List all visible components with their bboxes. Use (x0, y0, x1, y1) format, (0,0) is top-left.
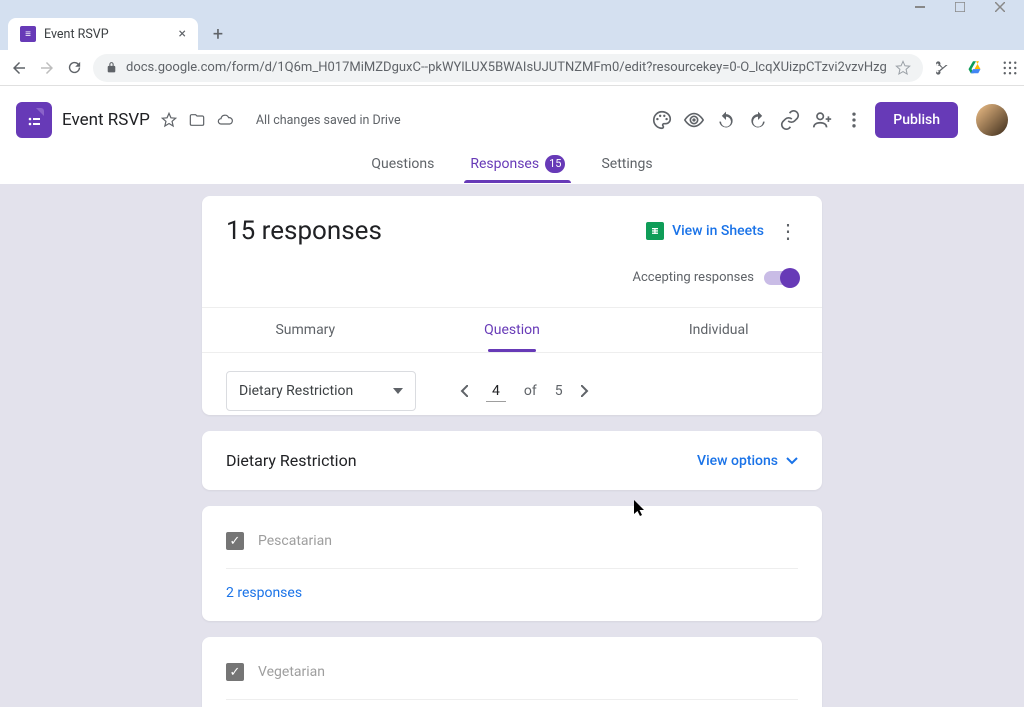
cloud-status-icon[interactable] (216, 111, 234, 129)
question-pager: 4 of 5 (460, 381, 589, 402)
responses-overview-card: 15 responses View in Sheets ⋮ Accepting … (202, 196, 822, 415)
option-card: ✓ Pescatarian 2 responses (202, 506, 822, 621)
page-body: 15 responses View in Sheets ⋮ Accepting … (0, 184, 1024, 707)
drive-icon[interactable] (967, 59, 985, 77)
view-in-sheets-label: View in Sheets (672, 223, 764, 239)
tab-questions[interactable]: Questions (371, 144, 434, 183)
current-question-number[interactable]: 4 (486, 381, 506, 402)
theme-palette-icon[interactable] (651, 109, 673, 131)
subtab-individual[interactable]: Individual (615, 308, 822, 352)
accepting-responses-label: Accepting responses (633, 270, 755, 285)
subtab-question[interactable]: Question (409, 308, 616, 352)
document-title[interactable]: Event RSVP (62, 110, 150, 130)
subtab-question-label: Question (484, 322, 540, 338)
saved-status-text: All changes saved in Drive (256, 113, 401, 128)
responses-more-icon[interactable]: ⋮ (778, 219, 798, 243)
window-close-icon[interactable] (994, 1, 1006, 13)
of-label: of (524, 383, 537, 399)
url-text: docs.google.com/form/d/1Q6m_H017MiMZDgux… (126, 60, 887, 75)
question-nav-row: Dietary Restriction 4 of 5 (202, 352, 822, 415)
bookmark-star-icon[interactable] (895, 60, 911, 76)
subtab-summary-label: Summary (275, 322, 335, 338)
responses-sub-tabs: Summary Question Individual (202, 307, 822, 352)
sheets-icon (646, 222, 664, 240)
checkbox-checked-icon: ✓ (226, 663, 244, 681)
view-in-sheets-link[interactable]: View in Sheets (646, 222, 764, 240)
subtab-summary[interactable]: Summary (202, 308, 409, 352)
account-avatar[interactable] (976, 104, 1008, 136)
chevron-down-icon (393, 388, 403, 394)
prev-question-button[interactable] (460, 385, 468, 397)
option-label: Pescatarian (258, 533, 332, 549)
preview-eye-icon[interactable] (683, 109, 705, 131)
back-button[interactable] (10, 57, 28, 79)
add-collaborator-icon[interactable] (811, 109, 833, 131)
dots-grid-icon[interactable] (1001, 59, 1019, 77)
address-bar-row: docs.google.com/form/d/1Q6m_H017MiMZDgux… (0, 50, 1024, 86)
subtab-individual-label: Individual (689, 322, 749, 338)
chevron-down-icon (786, 457, 798, 465)
option-label: Vegetarian (258, 664, 325, 680)
extension-icons (933, 57, 1024, 79)
responses-count-badge: 15 (545, 155, 565, 173)
tab-questions-label: Questions (371, 156, 434, 172)
question-title-card: Dietary Restriction View options (202, 431, 822, 490)
publish-button[interactable]: Publish (875, 102, 958, 138)
lock-icon (105, 61, 118, 74)
tab-responses-label: Responses (470, 156, 539, 172)
responses-count-title: 15 responses (226, 216, 382, 246)
redo-icon[interactable] (747, 109, 769, 131)
tab-title: Event RSVP (44, 27, 109, 42)
app-header: Event RSVP All changes saved in Drive Pu… (0, 86, 1024, 184)
window-minimize-icon[interactable] (914, 1, 926, 13)
tab-strip: ≡ Event RSVP × + (0, 14, 1024, 50)
total-questions: 5 (555, 383, 563, 399)
tab-settings-label: Settings (601, 156, 652, 172)
view-options-link[interactable]: View options (697, 453, 798, 469)
accepting-responses-toggle[interactable] (764, 271, 798, 285)
next-question-button[interactable] (581, 385, 589, 397)
link-icon[interactable] (779, 109, 801, 131)
forward-button[interactable] (38, 57, 56, 79)
browser-tab[interactable]: ≡ Event RSVP × (8, 18, 198, 50)
tab-responses[interactable]: Responses 15 (470, 144, 565, 183)
tab-settings[interactable]: Settings (601, 144, 652, 183)
responses-count-link[interactable]: 2 responses (226, 585, 302, 601)
reload-button[interactable] (66, 57, 83, 79)
omnibox[interactable]: docs.google.com/form/d/1Q6m_H017MiMZDgux… (93, 54, 923, 82)
question-title: Dietary Restriction (226, 451, 357, 470)
window-maximize-icon[interactable] (954, 1, 966, 13)
forms-favicon-icon: ≡ (20, 26, 36, 42)
main-tabs: Questions Responses 15 Settings (16, 144, 1008, 184)
more-menu-icon[interactable] (843, 109, 865, 131)
scissors-icon[interactable] (933, 59, 951, 77)
star-icon[interactable] (160, 111, 178, 129)
question-select-dropdown[interactable]: Dietary Restriction (226, 371, 416, 411)
question-select-label: Dietary Restriction (239, 383, 353, 399)
new-tab-button[interactable]: + (204, 20, 232, 48)
forms-logo-icon[interactable] (16, 102, 52, 138)
checkbox-checked-icon: ✓ (226, 532, 244, 550)
window-titlebar (0, 0, 1024, 14)
view-options-label: View options (697, 453, 778, 469)
move-folder-icon[interactable] (188, 111, 206, 129)
tab-close-icon[interactable]: × (179, 26, 186, 42)
undo-icon[interactable] (715, 109, 737, 131)
